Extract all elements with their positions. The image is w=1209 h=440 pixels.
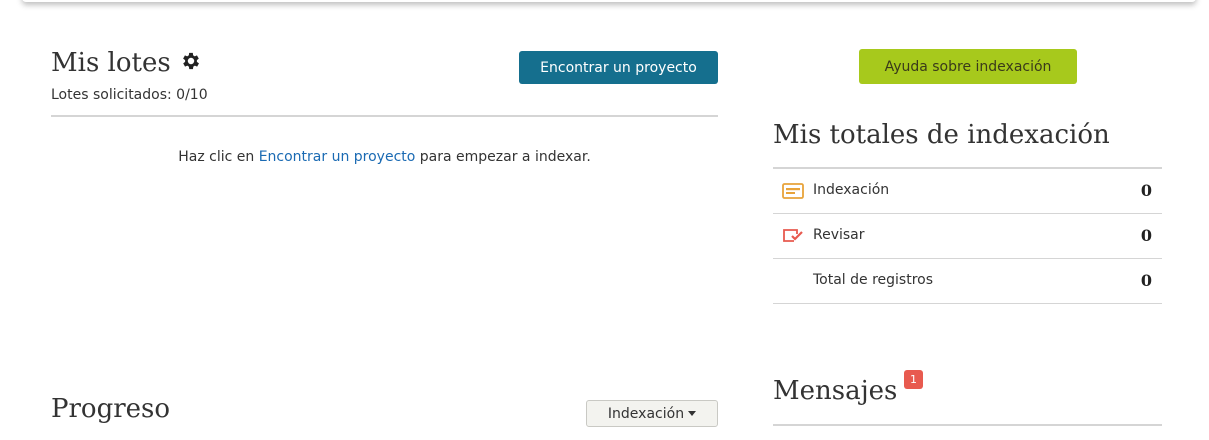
review-check-icon (782, 228, 804, 244)
progress-type-dropdown[interactable]: Indexación (586, 400, 718, 427)
caret-down-icon (688, 411, 697, 416)
find-project-button[interactable]: Encontrar un proyecto (519, 51, 718, 84)
indexing-help-button[interactable]: Ayuda sobre indexación (859, 49, 1077, 84)
totals-value: 0 (1140, 181, 1152, 200)
messages-count-badge[interactable]: 1 (904, 370, 923, 389)
requested-batches-label: Lotes solicitados: 0/10 (51, 87, 208, 103)
hint-text-before: Haz clic en (178, 149, 255, 165)
messages-title: Mensajes (773, 376, 898, 406)
indexing-totals-table: Indexación 0 Revisar 0 Total de registro… (773, 167, 1162, 304)
totals-row-total-records: Total de registros 0 (773, 258, 1162, 304)
totals-label: Revisar (813, 227, 865, 243)
divider (51, 115, 718, 117)
totals-label: Indexación (813, 182, 890, 198)
totals-row-indexing: Indexación 0 (773, 167, 1162, 213)
totals-row-review: Revisar 0 (773, 213, 1162, 258)
find-project-link[interactable]: Encontrar un proyecto (259, 149, 416, 165)
my-batches-title: Mis lotes (51, 48, 171, 78)
empty-batches-hint: Haz clic en Encontrar un proyecto para e… (51, 149, 718, 165)
gear-icon[interactable] (180, 50, 202, 72)
top-header-shadow (22, 0, 1196, 2)
totals-value: 0 (1140, 271, 1152, 290)
totals-value: 0 (1140, 226, 1152, 245)
progress-title: Progreso (51, 394, 171, 424)
divider (773, 424, 1162, 426)
indexing-card-icon (782, 183, 804, 199)
hint-text-after: para empezar a indexar. (419, 149, 591, 165)
indexing-totals-title: Mis totales de indexación (773, 120, 1110, 150)
totals-label: Total de registros (813, 272, 934, 288)
dropdown-label: Indexación (607, 405, 685, 422)
